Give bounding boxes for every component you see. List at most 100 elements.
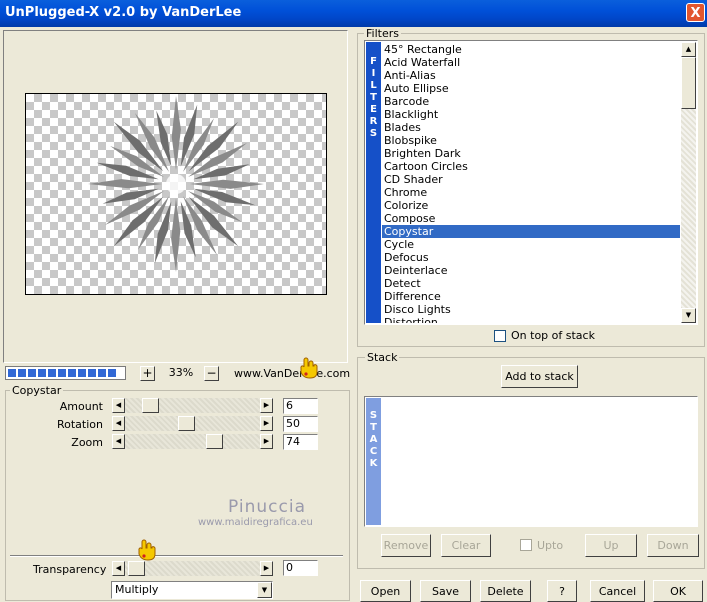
- star-spike: [180, 104, 198, 167]
- filter-item[interactable]: Acid Waterfall: [382, 56, 680, 69]
- amount-left-arrow[interactable]: ◀: [112, 398, 125, 413]
- up-button[interactable]: Up: [585, 534, 637, 557]
- filter-item[interactable]: Detect: [382, 277, 680, 290]
- blend-mode-select[interactable]: Multiply ▼: [111, 581, 273, 599]
- transparency-track[interactable]: [125, 561, 260, 576]
- on-top-label: On top of stack: [511, 329, 595, 342]
- zoom-value: 33%: [168, 366, 194, 379]
- progress-segment: [78, 369, 86, 377]
- hand-pointer-icon: [300, 357, 318, 379]
- progress-segment: [98, 369, 106, 377]
- chevron-down-icon[interactable]: ▼: [257, 582, 272, 598]
- star-spike: [88, 179, 162, 189]
- rotation-left-arrow[interactable]: ◀: [112, 416, 125, 431]
- filter-item[interactable]: Disco Lights: [382, 303, 680, 316]
- rotation-right-arrow[interactable]: ▶: [260, 416, 273, 431]
- filter-item[interactable]: Blacklight: [382, 108, 680, 121]
- website-link[interactable]: www.VanDerLee.com: [234, 367, 350, 380]
- stack-letter: C: [369, 446, 378, 457]
- transparency-thumb[interactable]: [128, 561, 145, 576]
- filter-item[interactable]: Blobspike: [382, 134, 680, 147]
- divider: [10, 555, 343, 557]
- scroll-down-button[interactable]: ▼: [681, 308, 696, 323]
- filter-item[interactable]: Cartoon Circles: [382, 160, 680, 173]
- progress-fill: [8, 369, 116, 377]
- zoom-right-arrow[interactable]: ▶: [260, 434, 273, 449]
- zoom-in-button[interactable]: +: [140, 366, 155, 381]
- window-title: UnPlugged-X v2.0 by VanDerLee: [5, 5, 242, 20]
- filters-letter: E: [370, 104, 377, 115]
- filter-item[interactable]: Blades: [382, 121, 680, 134]
- transparency-value[interactable]: 0: [283, 560, 318, 576]
- filter-item[interactable]: Chrome: [382, 186, 680, 199]
- rotation-thumb[interactable]: [178, 416, 195, 431]
- progress-segment: [48, 369, 56, 377]
- progress-segment: [28, 369, 36, 377]
- cancel-button[interactable]: Cancel: [590, 580, 645, 602]
- upto-checkbox[interactable]: [520, 539, 532, 551]
- filters-sidebar-bar: FILTERS: [366, 42, 381, 323]
- amount-thumb[interactable]: [142, 398, 159, 413]
- close-button[interactable]: X: [686, 3, 705, 22]
- amount-label: Amount: [59, 400, 103, 413]
- watermark-url: www.maidiregrafica.eu: [198, 517, 313, 528]
- progress-segment: [58, 369, 66, 377]
- filter-item[interactable]: Compose: [382, 212, 680, 225]
- hand-pointer-icon: [138, 539, 156, 561]
- progress-segment: [88, 369, 96, 377]
- down-button[interactable]: Down: [647, 534, 699, 557]
- filter-item[interactable]: Auto Ellipse: [382, 82, 680, 95]
- zoom-out-button[interactable]: −: [204, 366, 219, 381]
- stack-group-label: Stack: [365, 351, 400, 364]
- filter-item[interactable]: Anti-Alias: [382, 69, 680, 82]
- progress-segment: [38, 369, 46, 377]
- transparency-left-arrow[interactable]: ◀: [112, 561, 125, 576]
- filter-item[interactable]: CD Shader: [382, 173, 680, 186]
- filter-item[interactable]: Defocus: [382, 251, 680, 264]
- clear-button[interactable]: Clear: [441, 534, 491, 557]
- transparency-label: Transparency: [33, 563, 107, 576]
- progress-segment: [8, 369, 16, 377]
- rotation-value[interactable]: 50: [283, 416, 318, 432]
- filter-item[interactable]: Colorize: [382, 199, 680, 212]
- progress-segment: [18, 369, 26, 377]
- filter-item[interactable]: Copystar: [382, 225, 680, 238]
- remove-button[interactable]: Remove: [381, 534, 431, 557]
- on-top-checkbox[interactable]: [494, 330, 506, 342]
- preview-canvas[interactable]: [25, 93, 327, 295]
- open-button[interactable]: Open: [360, 580, 411, 602]
- amount-right-arrow[interactable]: ▶: [260, 398, 273, 413]
- help-button[interactable]: ?: [547, 580, 577, 602]
- star-spike: [96, 162, 159, 180]
- filter-item[interactable]: Cycle: [382, 238, 680, 251]
- stack-sidebar-bar: STACK: [366, 398, 381, 525]
- ok-button[interactable]: OK: [653, 580, 703, 602]
- filter-item[interactable]: Deinterlace: [382, 264, 680, 277]
- stack-letter: A: [369, 434, 378, 445]
- save-button[interactable]: Save: [420, 580, 471, 602]
- settings-group-label: Copystar: [10, 384, 64, 397]
- rotation-label: Rotation: [56, 418, 103, 431]
- filter-item[interactable]: Barcode: [382, 95, 680, 108]
- filter-item[interactable]: Difference: [382, 290, 680, 303]
- delete-button[interactable]: Delete: [480, 580, 531, 602]
- filter-item[interactable]: Brighten Dark: [382, 147, 680, 160]
- filter-item[interactable]: Distortion: [382, 316, 680, 323]
- amount-value[interactable]: 6: [283, 398, 318, 414]
- filter-item[interactable]: 45° Rectangle: [382, 43, 680, 56]
- scroll-up-button[interactable]: ▲: [681, 42, 696, 57]
- zoom-track[interactable]: [125, 434, 260, 449]
- add-to-stack-button[interactable]: Add to stack: [501, 365, 578, 388]
- filters-letter: S: [369, 128, 378, 139]
- zoom-value[interactable]: 74: [283, 434, 318, 450]
- upto-label: Upto: [537, 539, 564, 552]
- zoom-thumb[interactable]: [206, 434, 223, 449]
- star-spike: [154, 201, 172, 264]
- scroll-thumb[interactable]: [681, 57, 696, 109]
- transparency-right-arrow[interactable]: ▶: [260, 561, 273, 576]
- zoom-left-arrow[interactable]: ◀: [112, 434, 125, 449]
- progress-bar: [5, 366, 126, 380]
- filters-letter: T: [370, 92, 377, 103]
- star-spike: [193, 188, 256, 206]
- stack-list[interactable]: [364, 396, 698, 527]
